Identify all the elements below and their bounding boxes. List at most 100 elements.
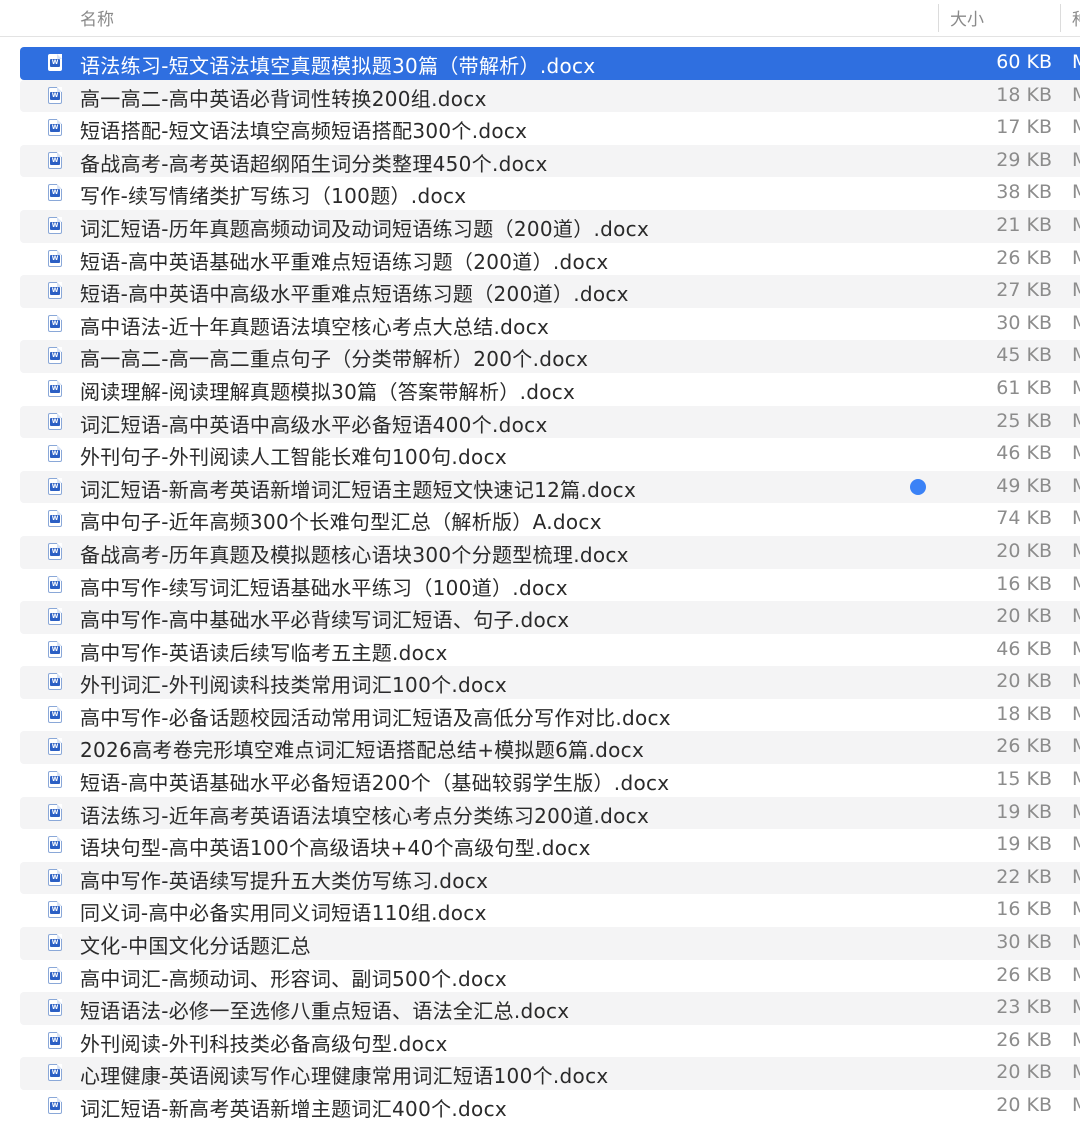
word-document-icon: W (48, 999, 62, 1017)
file-size: 20 KB (996, 539, 1052, 562)
file-kind: M (1072, 214, 1080, 236)
file-size: 18 KB (996, 702, 1052, 725)
file-name: 高中语法-近十年真题语法填空核心考点大总结.docx (80, 314, 550, 339)
file-row[interactable]: W 高中写作-英语续写提升五大类仿写练习.docx 22 KB M (20, 861, 1080, 895)
word-document-icon: W (48, 771, 62, 789)
file-kind: M (1072, 1029, 1080, 1051)
file-size: 19 KB (996, 800, 1052, 823)
file-row[interactable]: W 文化-中国文化分话题汇总 30 KB M (20, 927, 1080, 960)
column-divider[interactable] (1060, 4, 1061, 32)
file-row[interactable]: W 外刊句子-外刊阅读人工智能长难句100句.docx 46 KB M (20, 438, 1080, 471)
word-document-icon: W (48, 803, 62, 821)
word-document-icon: W (48, 445, 62, 463)
file-name: 短语搭配-短文语法填空高频短语搭配300个.docx (80, 119, 528, 144)
column-divider[interactable] (938, 4, 939, 32)
column-name-header[interactable]: 名称 (80, 5, 114, 30)
file-name: 心理健康-英语阅读写作心理健康常用词汇短语100个.docx (80, 1064, 609, 1089)
file-size: 20 KB (996, 1061, 1052, 1084)
file-row[interactable]: W 语法练习-近年高考英语语法填空核心考点分类练习200道.docx 19 KB M (20, 796, 1080, 830)
word-document-icon: W (48, 510, 62, 528)
file-size: 22 KB (996, 865, 1052, 888)
file-row[interactable]: W 短语-高中英语基础水平重难点短语练习题（200道）.docx 26 KB M (20, 243, 1080, 276)
file-row[interactable]: W 词汇短语-新高考英语新增词汇短语主题短文快速记12篇.docx 49 KB M (20, 470, 1080, 504)
file-row[interactable]: W 高中词汇-高频动词、形容词、副词500个.docx 26 KB M (20, 960, 1080, 993)
file-row[interactable]: W 同义词-高中必备实用同义词短语110组.docx 16 KB M (20, 894, 1080, 927)
file-row[interactable]: W 高中写作-英语读后续写临考五主题.docx 46 KB M (20, 634, 1080, 667)
blue-tag-icon (910, 478, 926, 495)
word-document-icon: W (48, 347, 62, 365)
file-row[interactable]: W 写作-续写情绪类扩写练习（100题）.docx 38 KB M (20, 177, 1080, 210)
file-name: 语块句型-高中英语100个高级语块+40个高级句型.docx (80, 836, 591, 861)
file-kind: M (1072, 312, 1080, 334)
file-size: 25 KB (996, 409, 1052, 432)
word-document-icon: W (48, 868, 62, 886)
file-name: 短语语法-必修一至选修八重点短语、语法全汇总.docx (80, 999, 570, 1024)
file-name: 短语-高中英语基础水平重难点短语练习题（200道）.docx (80, 249, 609, 274)
file-row[interactable]: W 短语语法-必修一至选修八重点短语、语法全汇总.docx 23 KB M (20, 992, 1080, 1025)
file-name: 短语-高中英语中高级水平重难点短语练习题（200道）.docx (80, 282, 629, 307)
file-row[interactable]: W 阅读理解-阅读理解真题模拟30篇（答案带解析）.docx 61 KB M (20, 373, 1080, 406)
file-row[interactable]: W 高中语法-近十年真题语法填空核心考点大总结.docx 30 KB M (20, 308, 1080, 341)
file-name: 高一高二-高中英语必背词性转换200组.docx (80, 86, 487, 111)
file-size: 38 KB (996, 181, 1052, 204)
file-name: 文化-中国文化分话题汇总 (80, 934, 311, 959)
file-row[interactable]: W 语块句型-高中英语100个高级语块+40个高级句型.docx 19 KB M (20, 829, 1080, 862)
word-document-icon: W (48, 608, 62, 626)
file-size: 21 KB (996, 213, 1052, 236)
file-kind: M (1072, 573, 1080, 595)
file-row[interactable]: W 词汇短语-历年真题高频动词及动词短语练习题（200道）.docx 21 KB M (20, 209, 1080, 243)
file-row[interactable]: W 高中写作-必备话题校园活动常用词汇短语及高低分写作对比.docx 18 KB M (20, 699, 1080, 732)
file-row[interactable]: W 高中句子-近年高频300个长难句型汇总（解析版）A.docx 74 KB M (20, 503, 1080, 536)
file-row[interactable]: W 词汇短语-高中英语中高级水平必备短语400个.docx 25 KB M (20, 405, 1080, 439)
file-kind: M (1072, 410, 1080, 432)
file-name: 短语-高中英语基础水平必备短语200个（基础较弱学生版）.docx (80, 771, 670, 796)
file-row[interactable]: W 高中写作-续写词汇短语基础水平练习（100道）.docx 16 KB M (20, 569, 1080, 602)
word-document-icon: W (48, 54, 62, 71)
file-row[interactable]: W 外刊阅读-外刊科技类必备高级句型.docx 26 KB M (20, 1025, 1080, 1058)
file-kind: M (1072, 964, 1080, 986)
file-kind: M (1072, 931, 1080, 953)
file-size: 20 KB (996, 1094, 1052, 1116)
file-name: 语法练习-近年高考英语语法填空核心考点分类练习200道.docx (80, 803, 650, 828)
file-row[interactable]: W 语法练习-短文语法填空真题模拟题30篇（带解析）.docx 60 KB M (20, 47, 1080, 80)
file-kind: M (1072, 116, 1080, 138)
file-row[interactable]: W 2026高考卷完形填空难点词汇短语搭配总结+模拟题6篇.docx 26 KB M (20, 731, 1080, 765)
file-row[interactable]: W 短语-高中英语中高级水平重难点短语练习题（200道）.docx 27 KB M (20, 275, 1080, 308)
file-size: 16 KB (996, 572, 1052, 595)
file-name: 高一高二-高一高二重点句子（分类带解析）200个.docx (80, 347, 589, 372)
file-name: 写作-续写情绪类扩写练习（100题）.docx (80, 184, 467, 209)
file-size: 17 KB (996, 116, 1052, 139)
file-size: 45 KB (996, 344, 1052, 367)
file-size: 46 KB (996, 442, 1052, 465)
file-row[interactable]: W 心理健康-英语阅读写作心理健康常用词汇短语100个.docx 20 KB M (20, 1057, 1080, 1090)
word-document-icon: W (48, 86, 62, 104)
column-kind-header[interactable]: 种 (1072, 5, 1080, 30)
word-document-icon: W (48, 934, 62, 952)
file-row[interactable]: W 高中写作-高中基础水平必背续写词汇短语、句子.docx 20 KB M (20, 601, 1080, 634)
file-row[interactable]: W 高一高二-高中英语必背词性转换200组.docx 18 KB M (20, 79, 1080, 113)
word-document-icon: W (48, 836, 62, 854)
file-size: 20 KB (996, 605, 1052, 628)
word-document-icon: W (48, 184, 62, 202)
file-kind: M (1072, 84, 1080, 106)
column-size-header[interactable]: 大小 (950, 5, 984, 30)
file-row[interactable]: W 备战高考-历年真题及模拟题核心语块300个分题型梳理.docx 20 KB M (20, 535, 1080, 569)
file-kind: M (1072, 735, 1080, 757)
file-row[interactable]: W 备战高考-高考英语超纲陌生词分类整理450个.docx 29 KB M (20, 144, 1080, 178)
file-size: 26 KB (996, 1028, 1052, 1051)
file-row[interactable]: W 短语-高中英语基础水平必备短语200个（基础较弱学生版）.docx 15 KB M (20, 764, 1080, 797)
file-row[interactable]: W 短语搭配-短文语法填空高频短语搭配300个.docx 17 KB M (20, 112, 1080, 145)
word-document-icon: W (48, 575, 62, 593)
word-document-icon: W (48, 477, 62, 495)
file-row[interactable]: W 外刊词汇-外刊阅读科技类常用词汇100个.docx 20 KB M (20, 666, 1080, 699)
file-name: 词汇短语-新高考英语新增词汇短语主题短文快速记12篇.docx (80, 477, 637, 502)
file-name: 词汇短语-新高考英语新增主题词汇400个.docx (80, 1097, 508, 1121)
word-document-icon: W (48, 249, 62, 267)
word-document-icon: W (48, 119, 62, 137)
file-name: 高中写作-必备话题校园活动常用词汇短语及高低分写作对比.docx (80, 705, 671, 730)
file-kind: M (1072, 703, 1080, 725)
file-size: 74 KB (996, 507, 1052, 530)
file-row[interactable]: W 高一高二-高一高二重点句子（分类带解析）200个.docx 45 KB M (20, 340, 1080, 373)
file-row[interactable]: W 词汇短语-新高考英语新增主题词汇400个.docx 20 KB M (20, 1090, 1080, 1123)
file-name: 高中写作-高中基础水平必背续写词汇短语、句子.docx (80, 608, 570, 633)
